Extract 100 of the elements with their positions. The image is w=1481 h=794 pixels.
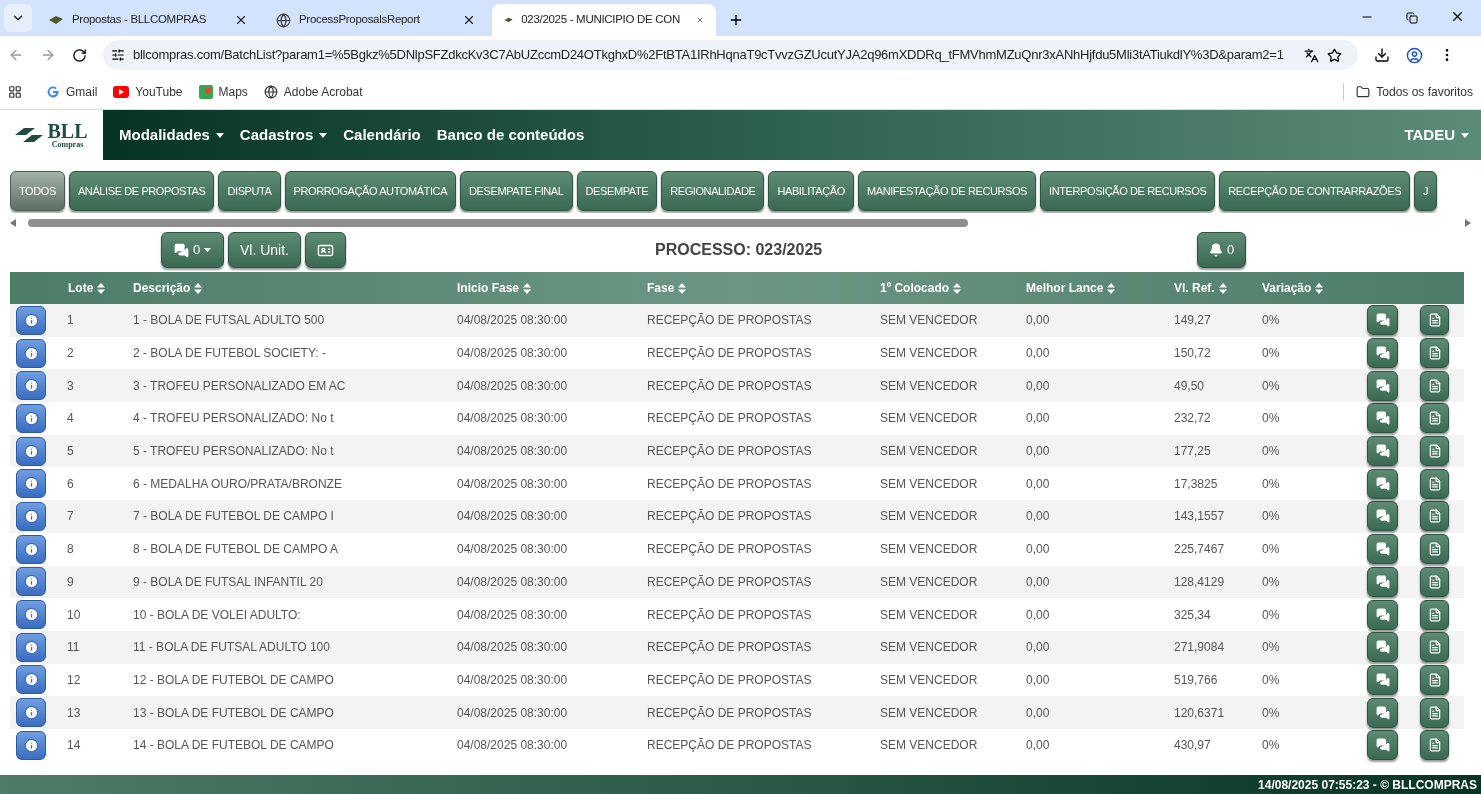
close-icon[interactable] <box>1450 9 1465 24</box>
column-header[interactable]: Fase <box>647 279 880 297</box>
info-button[interactable] <box>16 436 46 466</box>
id-card-button[interactable] <box>305 232 346 268</box>
chat-button[interactable] <box>1367 468 1398 499</box>
phase-tab[interactable]: DESEMPATE FINAL <box>460 171 573 211</box>
phase-tab[interactable]: DESEMPATE <box>576 171 658 211</box>
restore-icon[interactable] <box>1406 12 1418 24</box>
info-button[interactable] <box>16 305 46 335</box>
document-button[interactable] <box>1420 664 1449 695</box>
info-button[interactable] <box>16 371 46 401</box>
phase-tab[interactable]: MANIFESTAÇÃO DE RECURSOS <box>857 171 1037 211</box>
phase-tab[interactable]: ANÁLISE DE PROPOSTAS <box>68 171 215 211</box>
translate-icon[interactable] <box>1304 47 1319 63</box>
document-icon <box>1427 346 1442 361</box>
column-header[interactable]: Descrição <box>133 279 457 297</box>
address-field[interactable]: bllcompras.com/BatchList?param1=%5Bgkz%5DNlpSFZdkcKv3C7AbUZccmD24OTkghxD%2FtBTA1IRhHqnaT9cTvvzGZUcutYJA2q96mXDDRq_tFMVhmMZuQnr3xANhHjfdu5Mli3tATiukdlY%3D&param2=1 <box>103 40 1358 70</box>
info-button[interactable] <box>16 730 46 760</box>
document-button[interactable] <box>1420 338 1449 369</box>
nav-menu-item[interactable]: Cadastros <box>239 123 328 147</box>
phase-tab[interactable]: RECEPÇÃO DE CONTRARRAZÕES <box>1219 171 1411 211</box>
column-header[interactable]: Vl. Ref. <box>1174 279 1262 297</box>
document-button[interactable] <box>1420 403 1449 434</box>
info-button[interactable] <box>16 632 46 662</box>
info-button[interactable] <box>16 501 46 531</box>
column-header[interactable]: Variação <box>1262 279 1362 297</box>
bookmark-star-icon[interactable] <box>1327 47 1342 63</box>
info-button[interactable] <box>16 403 46 433</box>
info-button[interactable] <box>16 600 46 630</box>
column-header[interactable]: Inicio Fase <box>457 279 647 297</box>
apps-icon[interactable] <box>8 84 22 99</box>
profile-icon[interactable] <box>1406 46 1423 64</box>
phase-tab[interactable]: REGIONALIDADE <box>661 171 765 211</box>
phase-tab[interactable]: PRORROGAÇÃO AUTOMÁTICA <box>284 171 457 211</box>
info-button[interactable] <box>16 534 46 564</box>
forward-icon[interactable] <box>40 47 56 63</box>
bookmark-link[interactable]: Adobe Acrobat <box>263 82 363 101</box>
info-button[interactable] <box>16 469 46 499</box>
notifications-button[interactable]: 0 <box>1197 232 1246 268</box>
column-header[interactable]: 1º Colocado <box>880 279 1026 297</box>
scroll-right-icon[interactable] <box>1465 219 1471 227</box>
chat-button[interactable] <box>1367 501 1398 532</box>
new-tab-icon[interactable] <box>728 12 744 28</box>
nav-menu-item[interactable]: Modalidades <box>119 123 224 147</box>
table-cell-text: 0% <box>1262 312 1281 330</box>
info-button[interactable] <box>16 567 46 597</box>
scroll-left-icon[interactable] <box>10 219 16 227</box>
bookmark-link[interactable]: Maps <box>198 82 248 101</box>
messages-dropdown[interactable]: 0 <box>161 232 224 268</box>
phase-tab[interactable]: TODOS <box>10 171 65 211</box>
browser-tab[interactable]: ProcessProposalsReport <box>264 4 488 36</box>
document-button[interactable] <box>1420 599 1449 630</box>
document-button[interactable] <box>1420 697 1449 728</box>
chat-button[interactable] <box>1367 697 1398 728</box>
nav-menu-item[interactable]: Calendário <box>343 123 421 147</box>
phase-tab[interactable]: J <box>1414 171 1438 211</box>
document-button[interactable] <box>1420 566 1449 597</box>
close-icon[interactable] <box>462 13 476 27</box>
download-icon[interactable] <box>1374 47 1390 63</box>
column-header[interactable]: Melhor Lance <box>1026 279 1174 297</box>
phase-tab[interactable]: INTERPOSIÇÃO DE RECURSOS <box>1040 171 1216 211</box>
info-button[interactable] <box>16 665 46 695</box>
user-menu[interactable]: TADEU <box>1404 123 1469 147</box>
chat-button[interactable] <box>1367 632 1398 663</box>
document-button[interactable] <box>1420 730 1449 761</box>
bookmark-link[interactable]: Gmail <box>46 82 98 101</box>
nav-menu-item[interactable]: Banco de conteúdos <box>436 123 585 147</box>
bookmark-link[interactable]: YouTube <box>113 82 183 101</box>
scrollbar-thumb[interactable] <box>28 219 968 227</box>
info-button[interactable] <box>16 698 46 728</box>
document-button[interactable] <box>1420 501 1449 532</box>
chat-button[interactable] <box>1367 730 1398 761</box>
back-icon[interactable] <box>8 47 24 63</box>
document-button[interactable] <box>1420 534 1449 565</box>
all-bookmarks-link[interactable]: Todos os favoritos <box>1343 82 1473 101</box>
chat-button[interactable] <box>1367 664 1398 695</box>
document-button[interactable] <box>1420 468 1449 499</box>
chat-button[interactable] <box>1367 338 1398 369</box>
unit-value-button[interactable]: Vl. Unit. <box>228 232 301 268</box>
document-button[interactable] <box>1420 632 1449 663</box>
reload-icon[interactable] <box>72 47 87 63</box>
chat-button[interactable] <box>1367 370 1398 401</box>
chat-button[interactable] <box>1367 436 1398 467</box>
phase-tab[interactable]: DISPUTA <box>218 171 281 211</box>
chat-button[interactable] <box>1367 566 1398 597</box>
chat-button[interactable] <box>1367 305 1398 336</box>
chat-button[interactable] <box>1367 534 1398 565</box>
table-cell-text: RECEPÇÃO DE PROPOSTAS <box>647 443 813 461</box>
document-button[interactable] <box>1420 370 1449 401</box>
browser-tab[interactable]: Propostas - BLLCOMPRAS <box>36 4 260 36</box>
phase-tab[interactable]: HABILITAÇÃO <box>768 171 854 211</box>
close-icon[interactable] <box>234 13 248 27</box>
info-button[interactable] <box>16 338 46 368</box>
browser-tab[interactable]: 023/2025 - MUNICIPIO DE CON <box>492 4 716 36</box>
document-button[interactable] <box>1420 305 1449 336</box>
chat-button[interactable] <box>1367 599 1398 630</box>
chat-button[interactable] <box>1367 403 1398 434</box>
column-header[interactable]: Lote <box>67 279 133 297</box>
document-button[interactable] <box>1420 436 1449 467</box>
site-settings-icon[interactable] <box>111 48 125 62</box>
